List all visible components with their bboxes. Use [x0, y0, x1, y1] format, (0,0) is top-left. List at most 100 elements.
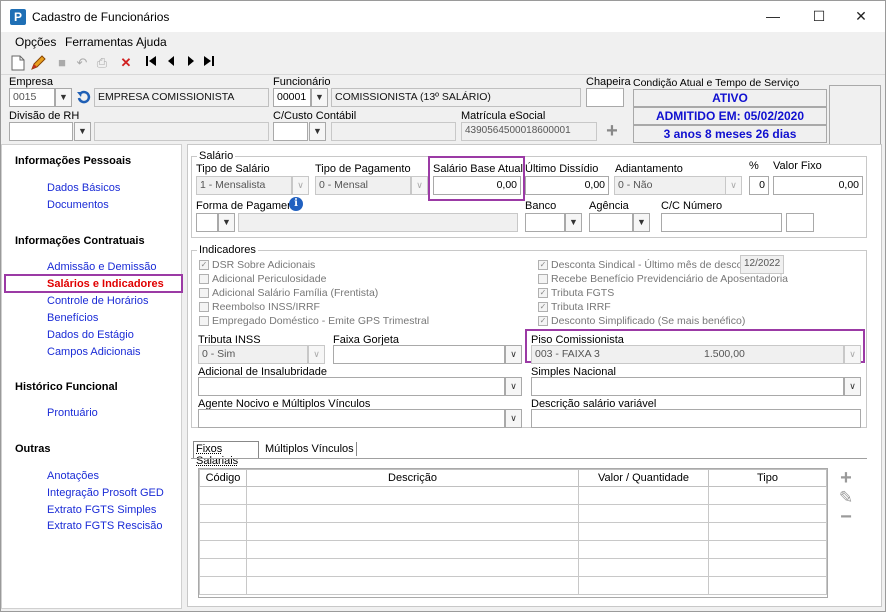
edit-row-pencil-icon[interactable]: ✎ [838, 489, 854, 506]
agencia-dropdown-button[interactable]: ▼ [633, 213, 650, 232]
edit-icon[interactable] [30, 55, 46, 71]
percent-field[interactable]: 0 [749, 176, 769, 195]
table-cell[interactable] [199, 504, 247, 523]
sidebar-item-estagio[interactable]: Dados do Estágio [47, 329, 134, 341]
sidebar-item-campos[interactable]: Campos Adicionais [47, 346, 141, 358]
adiantamento-chevron-icon[interactable]: ∨ [725, 176, 742, 195]
divisao-dropdown-button[interactable]: ▼ [74, 122, 91, 141]
agente-chevron-icon[interactable]: ∨ [505, 409, 522, 428]
faixa-gorjeta-chevron-icon[interactable]: ∨ [505, 345, 522, 364]
forma-pagamento-dropdown-button[interactable]: ▼ [218, 213, 235, 232]
ultimo-dissidio-field[interactable]: 0,00 [525, 176, 609, 195]
table-cell[interactable] [246, 558, 579, 577]
close-window-button[interactable]: ✕ [841, 3, 881, 29]
valor-fixo-field[interactable]: 0,00 [773, 176, 863, 195]
sidebar-item-salarios[interactable]: Salários e Indicadores [47, 278, 164, 290]
checkbox-tributa-fgts[interactable]: ✓ [538, 288, 548, 298]
table-cell[interactable] [708, 486, 827, 505]
table-cell[interactable] [578, 522, 709, 541]
banco-dropdown-button[interactable]: ▼ [565, 213, 582, 232]
table-cell[interactable] [578, 504, 709, 523]
piso-select[interactable]: 003 - FAIXA 3 1.500,00 [531, 345, 844, 364]
checkbox-salario-familia[interactable] [199, 288, 209, 298]
checkbox-aposentadoria[interactable] [538, 274, 548, 284]
tributa-inss-chevron-icon[interactable]: ∨ [308, 345, 325, 364]
previous-record-icon[interactable] [163, 55, 179, 71]
table-row[interactable] [199, 558, 827, 577]
maximize-button[interactable]: ☐ [799, 3, 839, 29]
tab-fixos-salariais[interactable]: Fixos Salariais [193, 441, 259, 467]
tipo-salario-select[interactable]: 1 - Mensalista [196, 176, 292, 195]
table-row[interactable] [199, 522, 827, 541]
ccusto-dropdown-button[interactable]: ▼ [309, 122, 326, 141]
minimize-button[interactable]: — [753, 3, 793, 29]
cc-numero-field[interactable] [661, 213, 782, 232]
sidebar-item-fgts-simples[interactable]: Extrato FGTS Simples [47, 504, 156, 516]
faixa-gorjeta-select[interactable] [333, 345, 505, 364]
checkbox-domestico[interactable] [199, 316, 209, 326]
table-row[interactable] [199, 576, 827, 595]
refresh-icon[interactable] [75, 89, 93, 106]
cc-digito-field[interactable] [786, 213, 814, 232]
agente-select[interactable] [198, 409, 505, 428]
first-record-icon[interactable] [143, 55, 159, 71]
funcionario-dropdown-button[interactable]: ▼ [311, 88, 328, 107]
piso-chevron-icon[interactable]: ∨ [844, 345, 861, 364]
banco-field[interactable] [525, 213, 565, 232]
column-header-valor[interactable]: Valor / Quantidade [578, 469, 709, 487]
insalubridade-chevron-icon[interactable]: ∨ [505, 377, 522, 396]
table-cell[interactable] [246, 576, 579, 595]
tipo-pagamento-chevron-icon[interactable]: ∨ [411, 176, 428, 195]
table-cell[interactable] [578, 486, 709, 505]
menu-ajuda[interactable]: Ajuda [136, 35, 167, 49]
table-cell[interactable] [199, 522, 247, 541]
new-document-icon[interactable] [10, 55, 26, 71]
column-header-tipo[interactable]: Tipo [708, 469, 827, 487]
table-cell[interactable] [708, 540, 827, 559]
sidebar-item-ged[interactable]: Integração Prosoft GED [47, 487, 164, 499]
tipo-salario-chevron-icon[interactable]: ∨ [292, 176, 309, 195]
tipo-pagamento-select[interactable]: 0 - Mensal [315, 176, 411, 195]
chapeira-field[interactable] [586, 88, 624, 107]
close-x-icon[interactable]: ✕ [118, 55, 134, 71]
table-cell[interactable] [578, 576, 709, 595]
next-record-icon[interactable] [183, 55, 199, 71]
table-cell[interactable] [708, 522, 827, 541]
agencia-field[interactable] [589, 213, 633, 232]
sidebar-item-fgts-rescisao[interactable]: Extrato FGTS Rescisão [47, 520, 163, 532]
sidebar-item-admissao[interactable]: Admissão e Demissão [47, 261, 156, 273]
ccusto-field[interactable] [273, 122, 308, 141]
column-header-codigo[interactable]: Código [199, 469, 247, 487]
insalubridade-select[interactable] [198, 377, 505, 396]
table-row[interactable] [199, 486, 827, 505]
salario-base-field[interactable]: 0,00 [433, 176, 521, 195]
last-record-icon[interactable] [201, 55, 217, 71]
checkbox-reembolso[interactable] [199, 302, 209, 312]
table-cell[interactable] [246, 504, 579, 523]
sindical-mes-field[interactable]: 12/2022 [740, 255, 784, 274]
table-cell[interactable] [246, 486, 579, 505]
table-cell[interactable] [199, 576, 247, 595]
menu-opcoes[interactable]: Opções [15, 35, 56, 49]
add-row-plus-icon[interactable]: + [838, 468, 854, 488]
sidebar-item-prontuario[interactable]: Prontuário [47, 407, 98, 419]
sidebar-item-documentos[interactable]: Documentos [47, 199, 109, 211]
funcionario-code-field[interactable]: 00001 [273, 88, 311, 107]
divisao-field[interactable] [9, 122, 73, 141]
table-row[interactable] [199, 504, 827, 523]
table-cell[interactable] [246, 540, 579, 559]
info-icon[interactable]: i [289, 197, 303, 211]
sidebar-item-dados-basicos[interactable]: Dados Básicos [47, 182, 120, 194]
empresa-code-field[interactable]: 0015 [9, 88, 55, 107]
undo-icon[interactable]: ↶ [74, 55, 90, 71]
checkbox-sindical[interactable]: ✓ [538, 260, 548, 270]
checkbox-desconto-simplificado[interactable]: ✓ [538, 316, 548, 326]
table-cell[interactable] [708, 504, 827, 523]
checkbox-dsr[interactable]: ✓ [199, 260, 209, 270]
tributa-inss-select[interactable]: 0 - Sim [198, 345, 308, 364]
table-cell[interactable] [199, 558, 247, 577]
sidebar-item-beneficios[interactable]: Benefícios [47, 312, 98, 324]
save-icon[interactable]: ■ [54, 55, 70, 71]
tab-multiplos-vinculos[interactable]: Múltiplos Vínculos [263, 442, 357, 456]
remove-row-minus-icon[interactable]: − [838, 507, 854, 527]
